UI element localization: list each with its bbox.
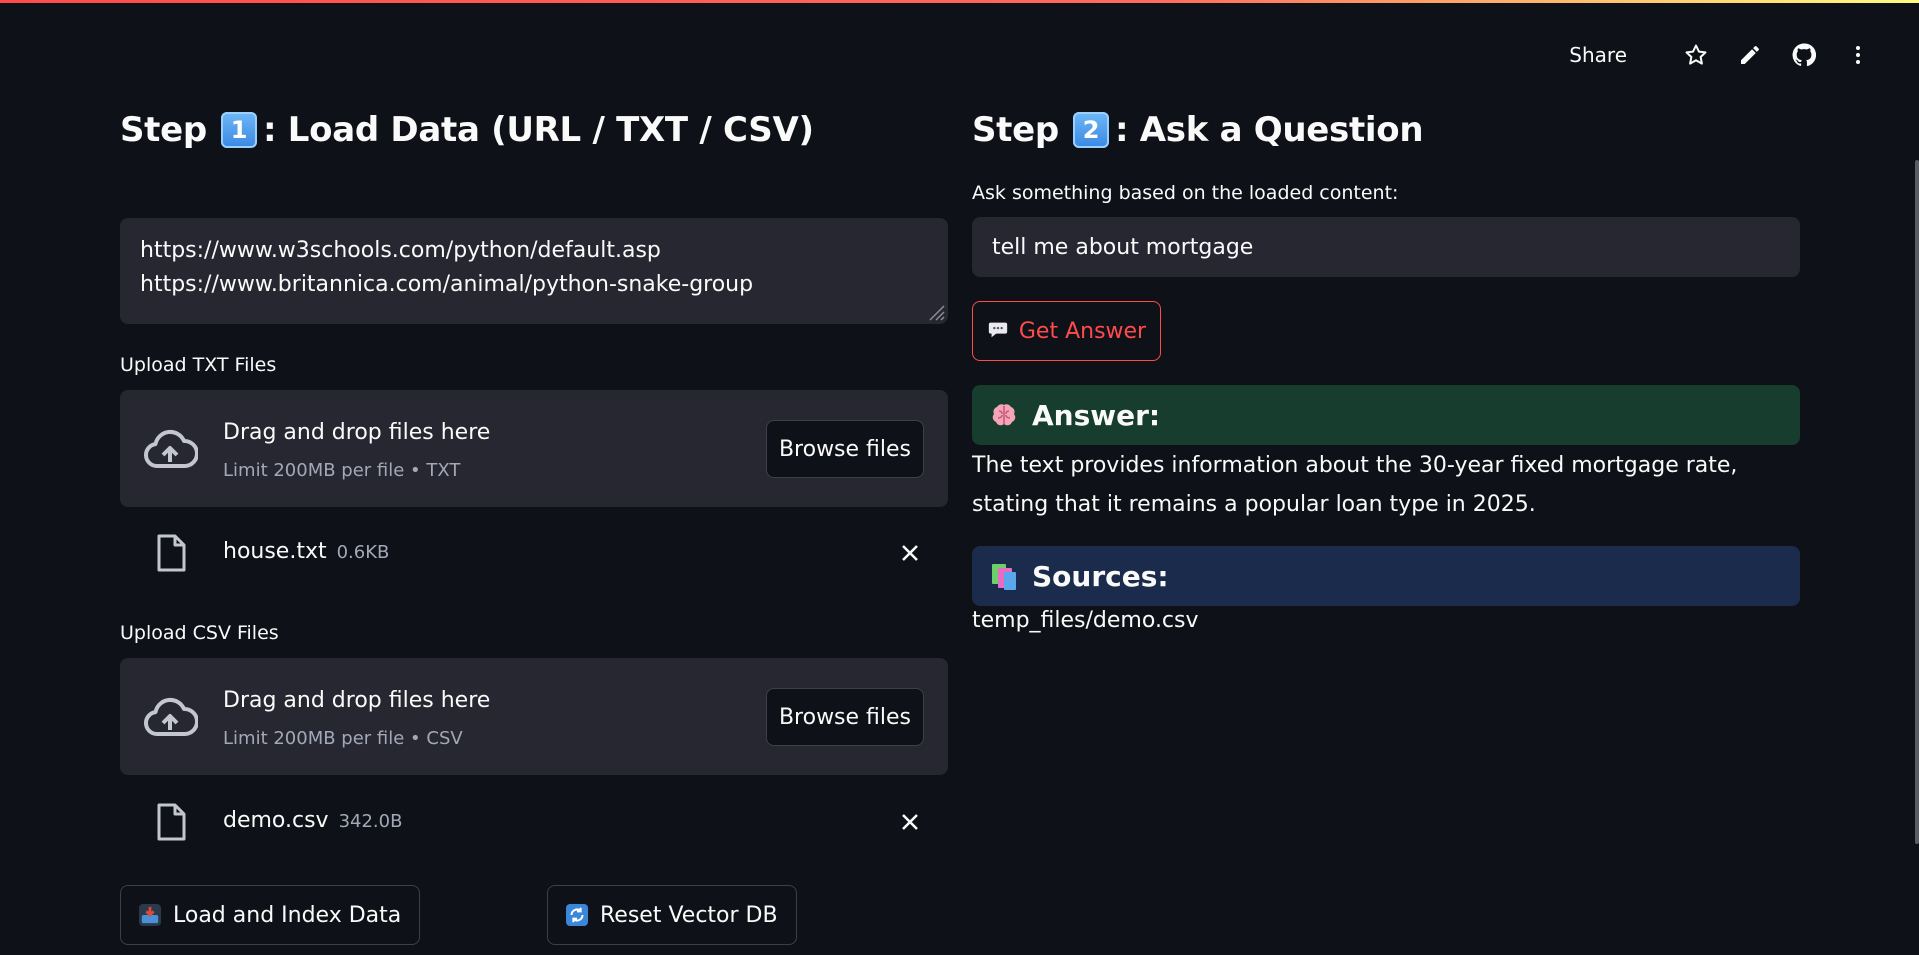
pencil-icon[interactable]: [1735, 40, 1765, 70]
answer-heading-text: Answer:: [1032, 398, 1161, 432]
txt-dropzone[interactable]: Drag and drop files here Limit 200MB per…: [120, 390, 948, 507]
csv-dropzone[interactable]: Drag and drop files here Limit 200MB per…: [120, 658, 948, 775]
close-icon[interactable]: [898, 541, 922, 565]
keycap-two-icon: 2: [1072, 112, 1109, 148]
csv-browse-button[interactable]: Browse files: [766, 688, 924, 746]
csv-drop-limit: Limit 200MB per file • CSV: [223, 728, 463, 749]
kebab-menu-icon[interactable]: [1843, 40, 1873, 70]
close-icon[interactable]: [898, 810, 922, 834]
csv-file-size: 342.0B: [338, 811, 403, 832]
inbox-tray-icon: [139, 904, 161, 926]
brain-icon: [992, 404, 1016, 426]
app-toolbar: Share: [1569, 38, 1873, 72]
file-icon: [157, 534, 186, 572]
csv-drop-title: Drag and drop files here: [223, 688, 491, 713]
txt-upload-label: Upload TXT Files: [120, 354, 277, 376]
books-icon: [992, 564, 1016, 590]
txt-browse-button[interactable]: Browse files: [766, 420, 924, 478]
question-input[interactable]: [972, 217, 1800, 277]
get-answer-button[interactable]: Get Answer: [972, 301, 1161, 361]
question-label: Ask something based on the loaded conten…: [972, 182, 1399, 204]
txt-drop-limit: Limit 200MB per file • TXT: [223, 460, 461, 481]
answer-heading-box: Answer:: [972, 385, 1800, 445]
txt-drop-title: Drag and drop files here: [223, 420, 491, 445]
sources-heading-text: Sources:: [1032, 559, 1169, 593]
speech-balloon-icon: [987, 318, 1009, 345]
cloud-upload-icon: [144, 698, 198, 737]
refresh-icon: [566, 904, 588, 926]
step2-title-prefix: Step: [972, 110, 1059, 150]
sources-heading-box: Sources:: [972, 546, 1800, 606]
step2-title-suffix: : Ask a Question: [1114, 110, 1424, 150]
csv-file-name: demo.csv 342.0B: [223, 808, 402, 833]
top-decoration-stripe: [0, 0, 1919, 3]
step1-title-prefix: Step: [120, 110, 207, 150]
page-scrollbar[interactable]: [1915, 160, 1919, 844]
keycap-one-icon: 1: [220, 112, 257, 148]
github-icon[interactable]: [1789, 40, 1819, 70]
csv-file-name-text: demo.csv: [223, 808, 329, 833]
step1-column: Step 1 : Load Data (URL / TXT / CSV) htt…: [120, 100, 948, 945]
reset-vector-db-label: Reset Vector DB: [600, 902, 778, 928]
step2-title: Step 2 : Ask a Question: [972, 100, 1800, 160]
reset-vector-db-button[interactable]: Reset Vector DB: [547, 885, 797, 945]
cloud-upload-icon: [144, 430, 198, 469]
csv-upload-label: Upload CSV Files: [120, 622, 279, 644]
step1-title: Step 1 : Load Data (URL / TXT / CSV): [120, 100, 948, 160]
step2-column: Step 2 : Ask a Question Ask something ba…: [972, 100, 1800, 633]
star-icon[interactable]: [1681, 40, 1711, 70]
load-index-button[interactable]: Load and Index Data: [120, 885, 421, 945]
share-button[interactable]: Share: [1569, 43, 1627, 67]
url-textarea[interactable]: https://www.w3schools.com/python/default…: [120, 218, 948, 324]
resize-grip-icon[interactable]: [926, 302, 946, 322]
csv-uploaded-file: demo.csv 342.0B: [120, 798, 948, 846]
txt-file-size: 0.6KB: [336, 542, 390, 563]
step1-title-suffix: : Load Data (URL / TXT / CSV): [262, 110, 814, 150]
file-icon: [157, 803, 186, 841]
load-index-label: Load and Index Data: [173, 902, 402, 928]
answer-text: The text provides information about the …: [972, 453, 1738, 517]
get-answer-label: Get Answer: [1018, 318, 1147, 344]
txt-uploaded-file: house.txt 0.6KB: [120, 529, 948, 577]
source-item: temp_files/demo.csv: [972, 608, 1199, 633]
txt-file-name-text: house.txt: [223, 539, 327, 564]
txt-file-name: house.txt 0.6KB: [223, 539, 389, 564]
